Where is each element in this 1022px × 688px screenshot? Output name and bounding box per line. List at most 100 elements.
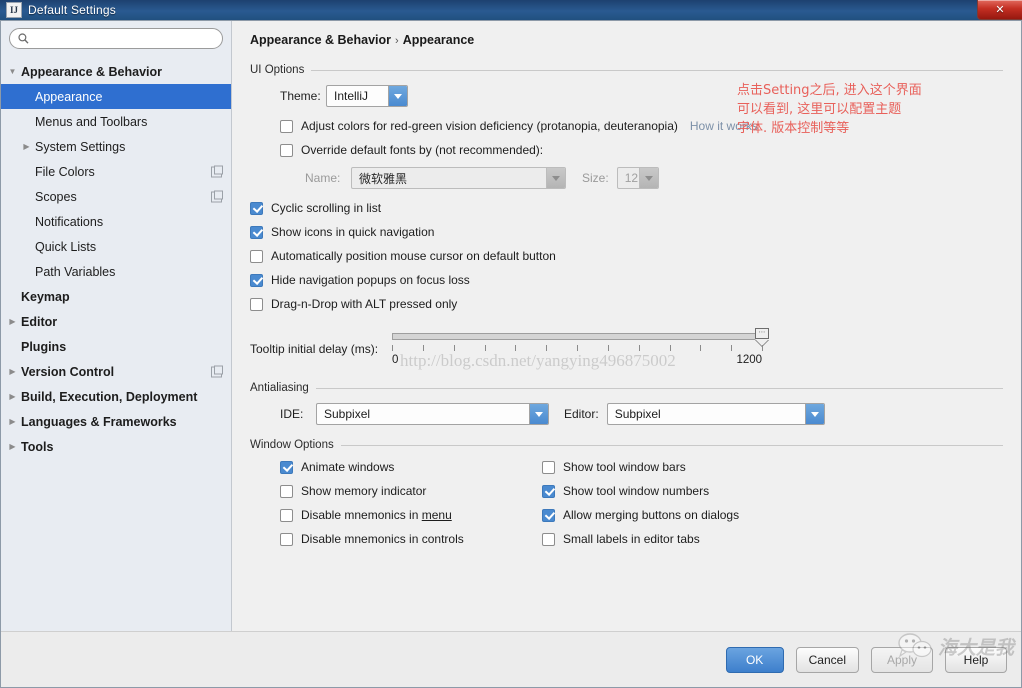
settings-tree[interactable]: ▼Appearance & BehaviorAppearanceMenus an…	[1, 57, 231, 631]
chevron-down-icon[interactable]	[639, 168, 658, 188]
checkbox-show-tool-window-numbers[interactable]	[542, 485, 555, 498]
sidebar-item-label: Tools	[21, 440, 53, 454]
sidebar-item-version-control[interactable]: ▶Version Control	[1, 359, 231, 384]
sidebar-item-keymap[interactable]: Keymap	[1, 284, 231, 309]
checkbox-row[interactable]: Show tool window numbers	[542, 484, 739, 498]
checkbox-show-memory-indicator[interactable]	[280, 485, 293, 498]
search-input[interactable]	[34, 32, 214, 46]
editor-antialiasing-select[interactable]: Subpixel	[607, 403, 825, 425]
ide-antialiasing-select[interactable]: Subpixel	[316, 403, 549, 425]
checkbox-row[interactable]: Cyclic scrolling in list	[250, 201, 1003, 215]
sidebar-item-editor[interactable]: ▶Editor	[1, 309, 231, 334]
sidebar-item-build-execution-deployment[interactable]: ▶Build, Execution, Deployment	[1, 384, 231, 409]
sidebar-item-plugins[interactable]: Plugins	[1, 334, 231, 359]
sidebar-item-system-settings[interactable]: ▶System Settings	[1, 134, 231, 159]
chevron-down-icon[interactable]: ▼	[4, 68, 21, 76]
chevron-right-icon[interactable]: ▶	[4, 393, 21, 401]
sidebar-item-quick-lists[interactable]: Quick Lists	[1, 234, 231, 259]
window-options-group: Window Options Animate windowsShow memor…	[250, 439, 1003, 556]
checkbox-row[interactable]: Allow merging buttons on dialogs	[542, 508, 739, 522]
apply-button[interactable]: Apply	[871, 647, 933, 673]
checkbox-row[interactable]: Disable mnemonics in controls	[280, 532, 542, 546]
slider-tick	[515, 345, 516, 351]
checkbox-drag-n-drop-with-alt-pressed-only[interactable]	[250, 298, 263, 311]
chevron-right-icon[interactable]: ▶	[18, 143, 35, 151]
slider-track[interactable]	[392, 333, 762, 340]
chevron-down-icon[interactable]	[529, 404, 548, 424]
font-name-select[interactable]: 微软雅黑	[351, 167, 566, 189]
sidebar-item-label: Appearance & Behavior	[21, 65, 162, 79]
override-fonts-checkbox[interactable]	[280, 144, 293, 157]
sidebar-item-tools[interactable]: ▶Tools	[1, 434, 231, 459]
breadcrumb-parent[interactable]: Appearance & Behavior	[250, 33, 391, 47]
checkbox-disable-mnemonics-in-controls[interactable]	[280, 533, 293, 546]
checkbox-automatically-position-mouse-cursor-on-default-button[interactable]	[250, 250, 263, 263]
help-button[interactable]: Help	[945, 647, 1007, 673]
copy-settings-icon[interactable]	[211, 366, 222, 377]
slider-tick	[608, 345, 609, 351]
checkbox-animate-windows[interactable]	[280, 461, 293, 474]
sidebar-item-file-colors[interactable]: File Colors	[1, 159, 231, 184]
checkbox-hide-navigation-popups-on-focus-loss[interactable]	[250, 274, 263, 287]
checkbox-show-icons-in-quick-navigation[interactable]	[250, 226, 263, 239]
tooltip-delay-row: Tooltip initial delay (ms): ⋯ 0 1200	[250, 323, 1003, 368]
chevron-down-icon[interactable]	[805, 404, 824, 424]
cancel-button[interactable]: Cancel	[796, 647, 859, 673]
divider	[341, 445, 1003, 446]
chevron-right-icon[interactable]: ▶	[4, 443, 21, 451]
slider-tick	[392, 345, 393, 351]
checkbox-row[interactable]: Show tool window bars	[542, 460, 739, 474]
override-fonts-row: Override default fonts by (not recommend…	[250, 143, 1003, 157]
ide-antialiasing-label: IDE:	[280, 407, 316, 421]
ui-options-group: UI Options Theme: IntelliJ Adjust colors…	[250, 64, 1003, 368]
chevron-down-icon[interactable]	[388, 86, 407, 106]
copy-settings-icon[interactable]	[211, 166, 222, 177]
tooltip-delay-slider[interactable]: ⋯ 0 1200	[392, 323, 762, 368]
checkbox-row[interactable]: Show memory indicator	[280, 484, 542, 498]
checkbox-row[interactable]: Animate windows	[280, 460, 542, 474]
sidebar-item-path-variables[interactable]: Path Variables	[1, 259, 231, 284]
checkbox-small-labels-in-editor-tabs[interactable]	[542, 533, 555, 546]
search-icon	[18, 33, 29, 44]
checkbox-row[interactable]: Automatically position mouse cursor on d…	[250, 249, 1003, 263]
sidebar-item-scopes[interactable]: Scopes	[1, 184, 231, 209]
font-size-select[interactable]: 12	[617, 167, 659, 189]
sidebar-item-menus-and-toolbars[interactable]: Menus and Toolbars	[1, 109, 231, 134]
checkbox-row[interactable]: Hide navigation popups on focus loss	[250, 273, 1003, 287]
slider-tick	[639, 345, 640, 351]
checkbox-row[interactable]: Small labels in editor tabs	[542, 532, 739, 546]
chevron-right-icon[interactable]: ▶	[4, 418, 21, 426]
close-icon[interactable]: ✕	[977, 0, 1022, 20]
sidebar-item-languages-frameworks[interactable]: ▶Languages & Frameworks	[1, 409, 231, 434]
checkbox-row[interactable]: Drag-n-Drop with ALT pressed only	[250, 297, 1003, 311]
copy-settings-icon[interactable]	[211, 191, 222, 202]
sidebar-item-appearance[interactable]: Appearance	[1, 84, 231, 109]
checkbox-label: Show tool window numbers	[563, 484, 709, 498]
checkbox-allow-merging-buttons-on-dialogs[interactable]	[542, 509, 555, 522]
sidebar-item-notifications[interactable]: Notifications	[1, 209, 231, 234]
checkbox-cyclic-scrolling-in-list[interactable]	[250, 202, 263, 215]
sidebar-item-appearance-behavior[interactable]: ▼Appearance & Behavior	[1, 59, 231, 84]
checkbox-disable-mnemonics-in-menu[interactable]	[280, 509, 293, 522]
how-it-works-link[interactable]: How it works	[690, 119, 758, 133]
slider-tick	[731, 345, 732, 351]
settings-content-pane: Appearance & Behavior›Appearance UI Opti…	[232, 21, 1021, 631]
theme-label: Theme:	[280, 89, 326, 103]
sidebar-item-label: File Colors	[35, 165, 95, 179]
theme-select[interactable]: IntelliJ	[326, 85, 408, 107]
search-box[interactable]	[9, 28, 223, 49]
slider-thumb[interactable]: ⋯	[755, 328, 769, 346]
checkbox-label: Disable mnemonics in controls	[301, 532, 464, 546]
editor-antialiasing-value: Subpixel	[608, 407, 805, 421]
chevron-down-icon[interactable]	[546, 168, 565, 188]
font-size-value: 12	[618, 171, 639, 185]
chevron-right-icon[interactable]: ▶	[4, 368, 21, 376]
ok-button[interactable]: OK	[726, 647, 784, 673]
adjust-colors-checkbox[interactable]	[280, 120, 293, 133]
override-fonts-label: Override default fonts by (not recommend…	[301, 143, 543, 157]
antialiasing-group: Antialiasing IDE: Subpixel Editor: Subpi…	[250, 382, 1003, 425]
checkbox-row[interactable]: Disable mnemonics in menu	[280, 508, 542, 522]
checkbox-row[interactable]: Show icons in quick navigation	[250, 225, 1003, 239]
chevron-right-icon[interactable]: ▶	[4, 318, 21, 326]
checkbox-show-tool-window-bars[interactable]	[542, 461, 555, 474]
